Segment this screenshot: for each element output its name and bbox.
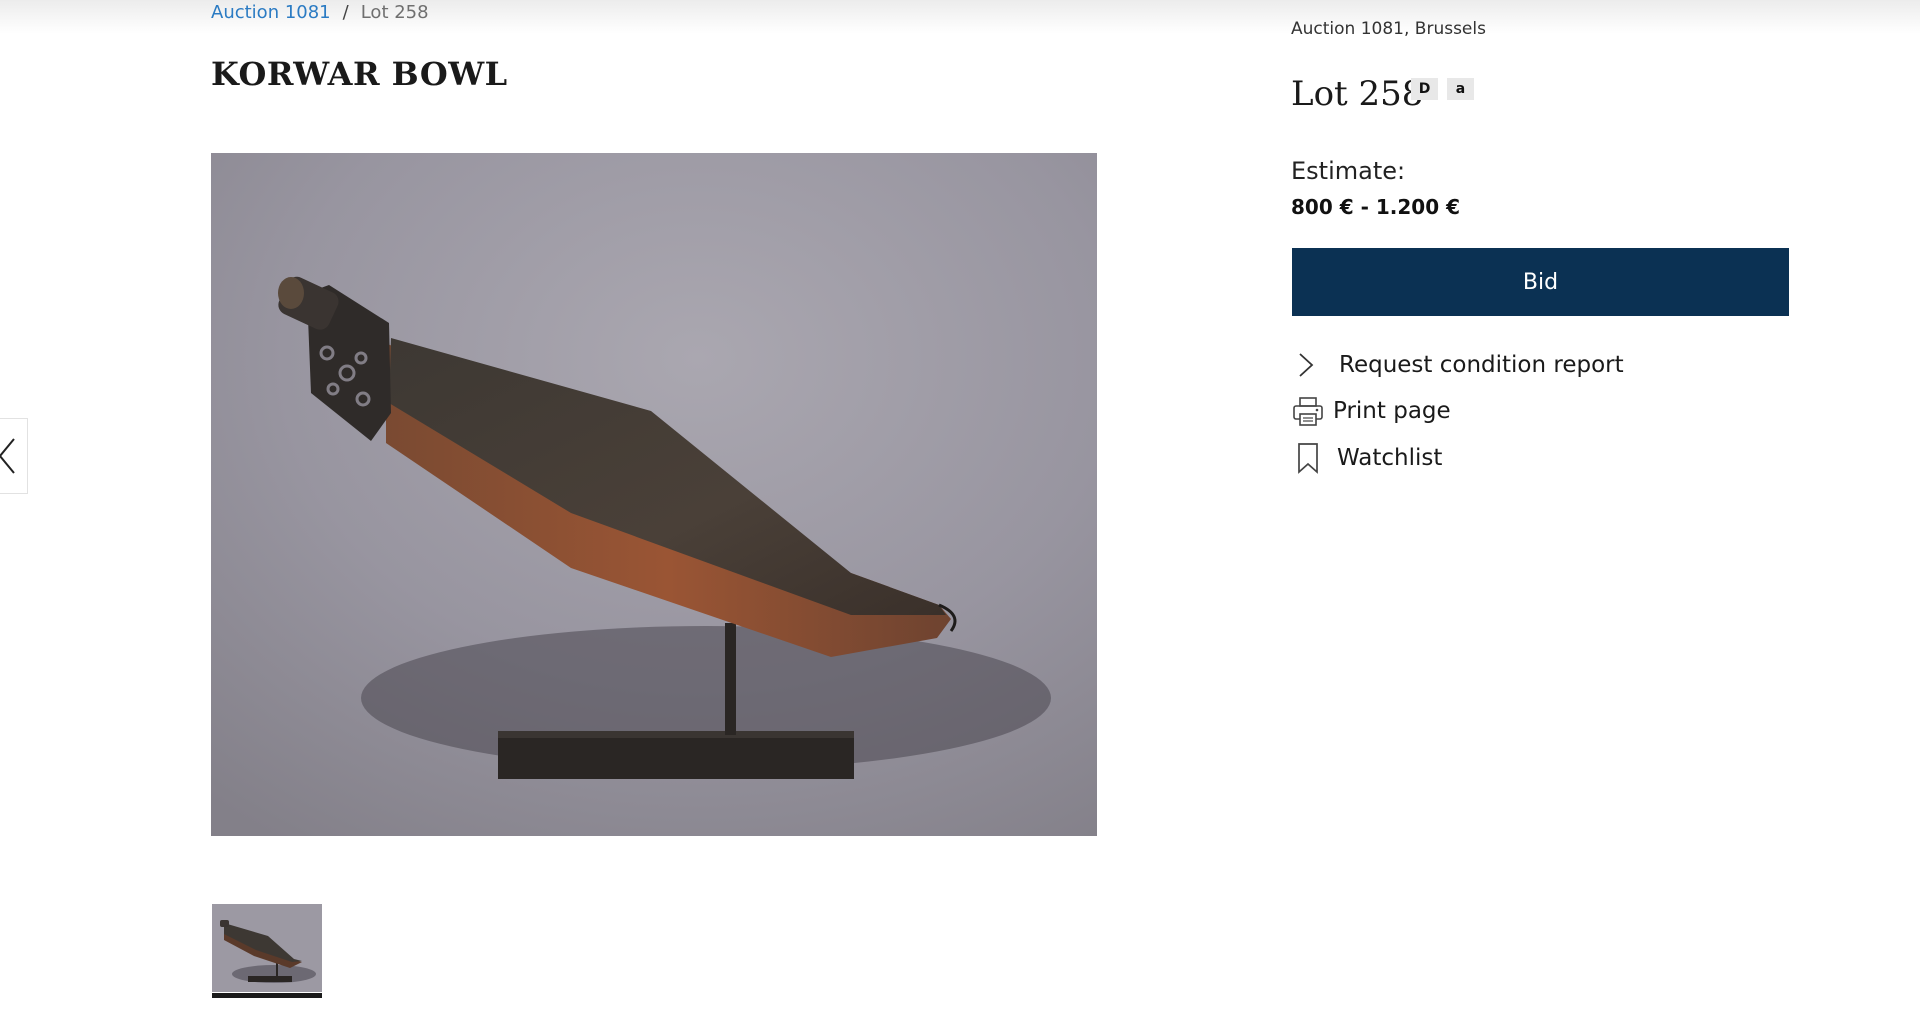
badge-a: a (1447, 78, 1474, 100)
breadcrumb: Auction 1081 / Lot 258 (211, 2, 429, 24)
chevron-left-icon (0, 438, 15, 474)
breadcrumb-auction-link[interactable]: Auction 1081 (211, 2, 331, 23)
print-page-label: Print page (1333, 398, 1451, 424)
estimate-value: 800 € - 1.200 € (1291, 195, 1460, 219)
page-title: KORWAR BOWL (211, 55, 508, 93)
lot-number: Lot 258 (1291, 74, 1424, 114)
estimate-label: Estimate: (1291, 157, 1406, 185)
chevron-right-icon (1291, 348, 1325, 382)
bid-button[interactable]: Bid (1292, 248, 1789, 316)
main-lot-image[interactable] (211, 153, 1097, 836)
watchlist-label: Watchlist (1337, 445, 1443, 471)
thumbnail-selected-indicator (212, 993, 322, 998)
request-condition-report-link[interactable]: Request condition report (1291, 348, 1624, 382)
bookmark-icon (1291, 441, 1325, 475)
gallery-thumbnail[interactable] (212, 904, 322, 998)
printer-icon (1291, 394, 1325, 428)
badge-d: D (1411, 78, 1438, 100)
print-page-link[interactable]: Print page (1291, 394, 1451, 428)
breadcrumb-separator: / (342, 2, 349, 23)
breadcrumb-current: Lot 258 (360, 2, 429, 23)
watchlist-link[interactable]: Watchlist (1291, 441, 1442, 475)
condition-report-label: Request condition report (1339, 352, 1624, 378)
auction-location: Auction 1081, Brussels (1291, 19, 1486, 39)
previous-lot-button[interactable] (0, 418, 28, 494)
